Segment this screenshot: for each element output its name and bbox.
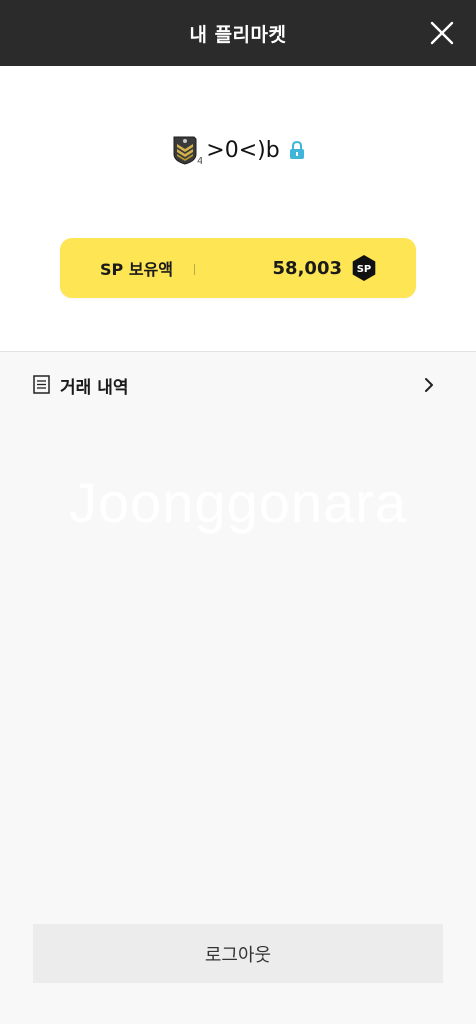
badge-level: 4: [197, 156, 202, 166]
sp-coin-text: SP: [357, 264, 372, 275]
rank-badge-icon: 4: [173, 136, 202, 166]
chevron-right-icon: [425, 378, 433, 392]
lock-icon: [289, 140, 304, 159]
nickname: >0<)b: [206, 137, 280, 163]
close-icon[interactable]: [428, 19, 456, 47]
brand-watermark: Joonggonara: [69, 471, 407, 534]
sp-balance-label: SP 보유액: [100, 260, 173, 279]
user-info-row: 4 >0<)b: [0, 132, 476, 168]
app-header: 내 플리마켓: [0, 0, 476, 66]
profile-section: 4 >0<)b SP 보유액 58,003 SP: [0, 66, 476, 352]
menu-item-transaction-history[interactable]: 거래 내역: [0, 353, 476, 417]
sp-balance-card: SP 보유액 58,003 SP: [60, 238, 416, 298]
menu-item-label: 거래 내역: [60, 377, 129, 398]
sp-balance-amount: 58,003: [272, 257, 342, 279]
page-title: 내 플리마켓: [189, 23, 287, 46]
sp-coin-icon: SP: [352, 255, 376, 281]
document-icon: [33, 375, 50, 394]
sp-divider: [194, 264, 195, 275]
logout-button[interactable]: 로그아웃: [33, 924, 443, 983]
